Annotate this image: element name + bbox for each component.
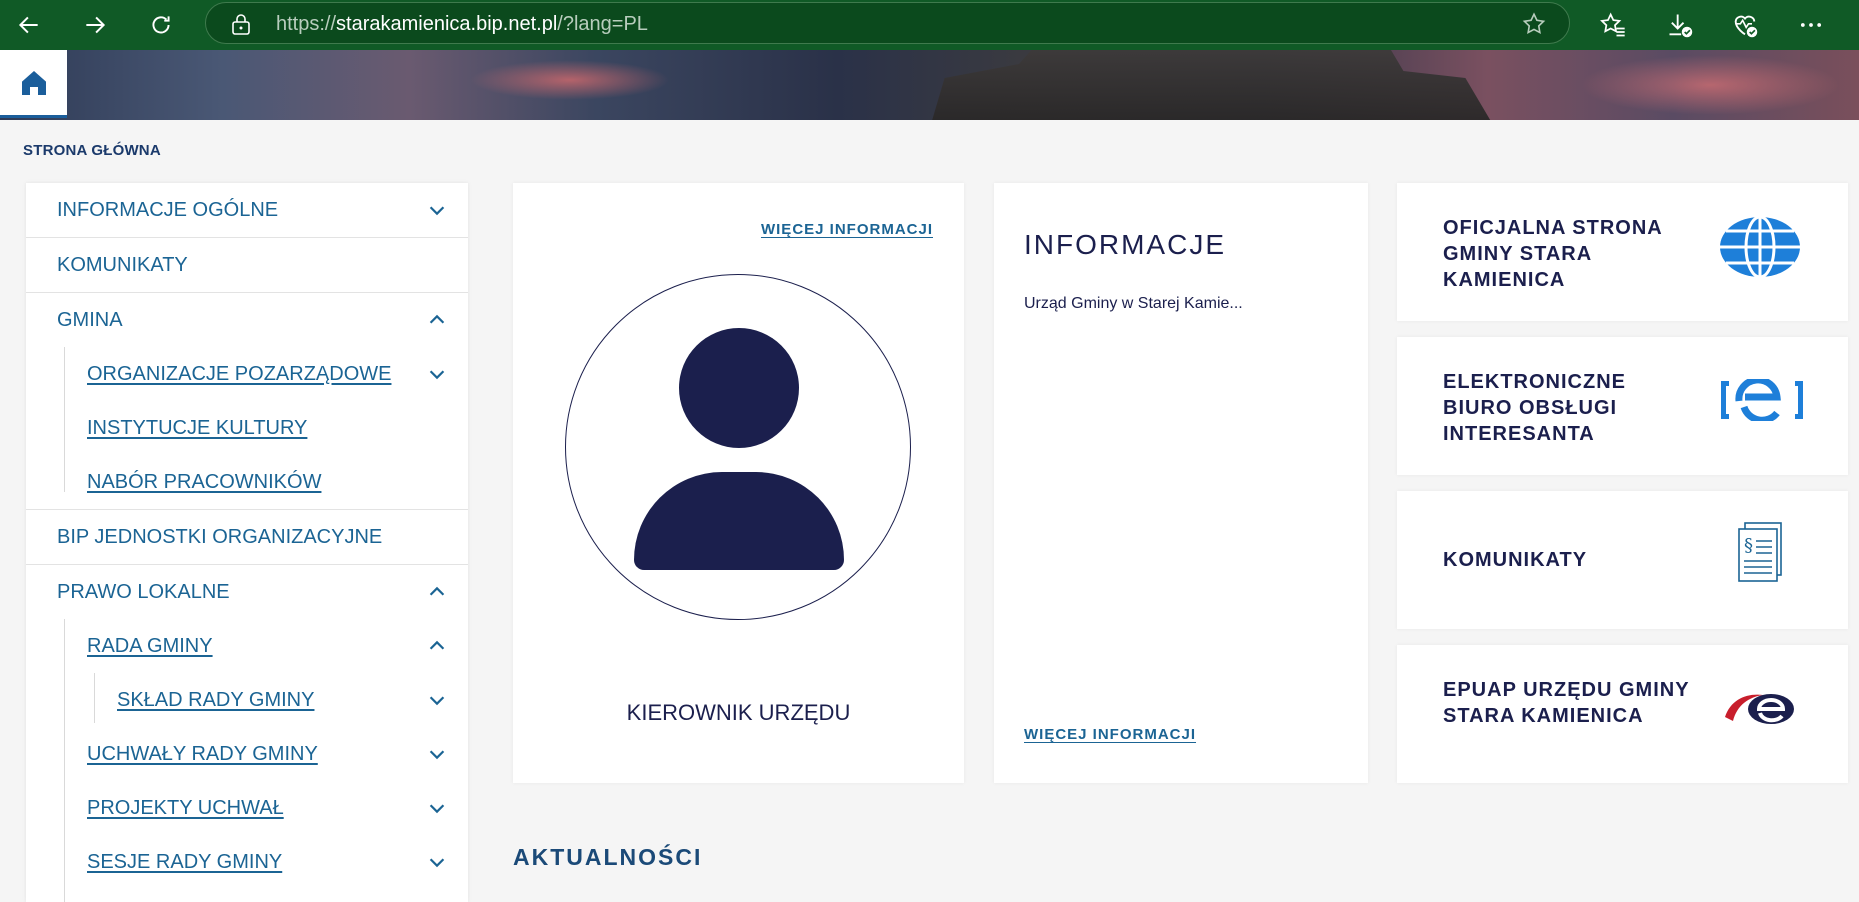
chevron-down-icon[interactable] <box>426 743 448 765</box>
sidebar-item-projekty-uchwal[interactable]: PROJEKTY UCHWAŁ <box>26 781 468 835</box>
sidebar-item-sklad-rady-gminy[interactable]: SKŁAD RADY GMINY <box>26 673 468 727</box>
chevron-down-icon[interactable] <box>426 199 448 221</box>
sidebar-item-nabor-pracownikow[interactable]: NABÓR PRACOWNIKÓW <box>26 455 468 509</box>
epuap-icon <box>1725 694 1794 724</box>
more-dots-icon <box>1800 23 1822 27</box>
banner-cloud <box>470 60 670 100</box>
health-button[interactable] <box>1728 7 1762 43</box>
quick-link-epuap[interactable]: EPUAP URZĘDU GMINY STARA KAMIENICA <box>1397 645 1848 783</box>
kierownik-card: WIĘCEJ INFORMACJI KIEROWNIK URZĘDU <box>513 183 964 783</box>
quick-link-ebok[interactable]: ELEKTRONICZNE BIURO OBSŁUGI INTERESANTA <box>1397 337 1848 475</box>
informacje-text[interactable]: Urząd Gminy w Starej Kamie... <box>1024 295 1243 313</box>
sidebar-item-prawo-lokalne[interactable]: PRAWO LOKALNE <box>26 565 468 619</box>
arrow-left-icon <box>18 16 38 34</box>
home-icon <box>21 70 46 95</box>
refresh-icon <box>152 16 170 34</box>
chevron-down-icon[interactable] <box>426 797 448 819</box>
breadcrumb[interactable]: STRONA GŁÓWNA <box>23 142 161 159</box>
favorites-icon <box>1600 12 1625 37</box>
sidebar-item-uchwaly-rady-gminy[interactable]: UCHWAŁY RADY GMINY <box>26 727 468 781</box>
chevron-down-icon[interactable] <box>426 851 448 873</box>
sidebar-menu: INFORMACJE OGÓLNE KOMUNIKATY GMINA ORGAN… <box>26 183 468 902</box>
chevron-up-icon[interactable] <box>426 635 448 657</box>
quick-link-label: ELEKTRONICZNE BIURO OBSŁUGI INTERESANTA <box>1443 371 1626 445</box>
download-icon <box>1669 14 1693 38</box>
sidebar-item-komunikaty[interactable]: KOMUNIKATY <box>26 238 468 292</box>
avatar-head <box>679 328 799 448</box>
sidebar-item-bip-jednostki[interactable]: BIP JEDNOSTKI ORGANIZACYJNE <box>26 510 468 564</box>
quick-link-official-site[interactable]: OFICJALNA STRONA GMINY STARA KAMIENICA <box>1397 183 1848 321</box>
sidebar-item-sesje-rady-gminy[interactable]: SESJE RADY GMINY <box>26 835 468 889</box>
address-bar[interactable]: https://starakamienica.bip.net.pl/?lang=… <box>205 2 1570 44</box>
home-button[interactable] <box>0 50 67 118</box>
favorites-button[interactable] <box>1596 7 1630 43</box>
banner-tower <box>932 50 1491 120</box>
back-button[interactable] <box>11 7 47 43</box>
sidebar-item-rada-gminy[interactable]: RADA GMINY <box>26 619 468 673</box>
informacje-card: INFORMACJE Urząd Gminy w Starej Kamie...… <box>994 183 1368 783</box>
chevron-down-icon[interactable] <box>426 363 448 385</box>
svg-text:§: § <box>1744 535 1753 556</box>
quick-link-label: KOMUNIKATY <box>1443 549 1588 571</box>
quick-link-label: EPUAP URZĘDU GMINY STARA KAMIENICA <box>1443 679 1690 727</box>
globe-icon <box>1720 215 1800 279</box>
header-banner-image <box>0 50 1859 120</box>
sidebar-item-organizacje-pozarzadowe[interactable]: ORGANIZACJE POZARZĄDOWE <box>26 347 468 401</box>
informacje-more-link[interactable]: WIĘCEJ INFORMACJI <box>1024 726 1196 743</box>
heart-pulse-icon <box>1734 15 1758 38</box>
banner-cloud <box>1580 55 1840 115</box>
sidebar-item-instytucje-kultury[interactable]: INSTYTUCJE KULTURY <box>26 401 468 455</box>
downloads-button[interactable] <box>1663 7 1697 43</box>
document-paragraph-icon: § <box>1738 522 1782 582</box>
chevron-up-icon[interactable] <box>426 309 448 331</box>
sidebar-item-informacje-ogolne[interactable]: INFORMACJE OGÓLNE <box>26 183 468 237</box>
kierownik-more-link[interactable]: WIĘCEJ INFORMACJI <box>761 221 933 238</box>
url-text: https://starakamienica.bip.net.pl/?lang=… <box>276 13 648 35</box>
informacje-title: INFORMACJE <box>1024 229 1226 260</box>
sidebar-item-gmina[interactable]: GMINA <box>26 293 468 347</box>
ebok-icon <box>1721 379 1803 421</box>
lock-icon <box>232 14 250 35</box>
quick-link-label: OFICJALNA STRONA GMINY STARA KAMIENICA <box>1443 217 1662 291</box>
user-avatar-icon <box>565 274 911 620</box>
quick-link-komunikaty[interactable]: KOMUNIKATY § <box>1397 491 1848 629</box>
chevron-down-icon[interactable] <box>426 689 448 711</box>
star-icon[interactable] <box>1521 11 1547 37</box>
more-menu-button[interactable] <box>1794 7 1828 43</box>
refresh-button[interactable] <box>143 7 179 43</box>
chevron-up-icon[interactable] <box>426 581 448 603</box>
avatar-body <box>634 472 844 570</box>
arrow-right-icon <box>86 16 106 34</box>
kierownik-title: KIEROWNIK URZĘDU <box>626 700 851 725</box>
forward-button[interactable] <box>77 7 113 43</box>
browser-toolbar: https://starakamienica.bip.net.pl/?lang=… <box>0 0 1859 50</box>
news-section-title: AKTUALNOŚCI <box>513 844 703 870</box>
